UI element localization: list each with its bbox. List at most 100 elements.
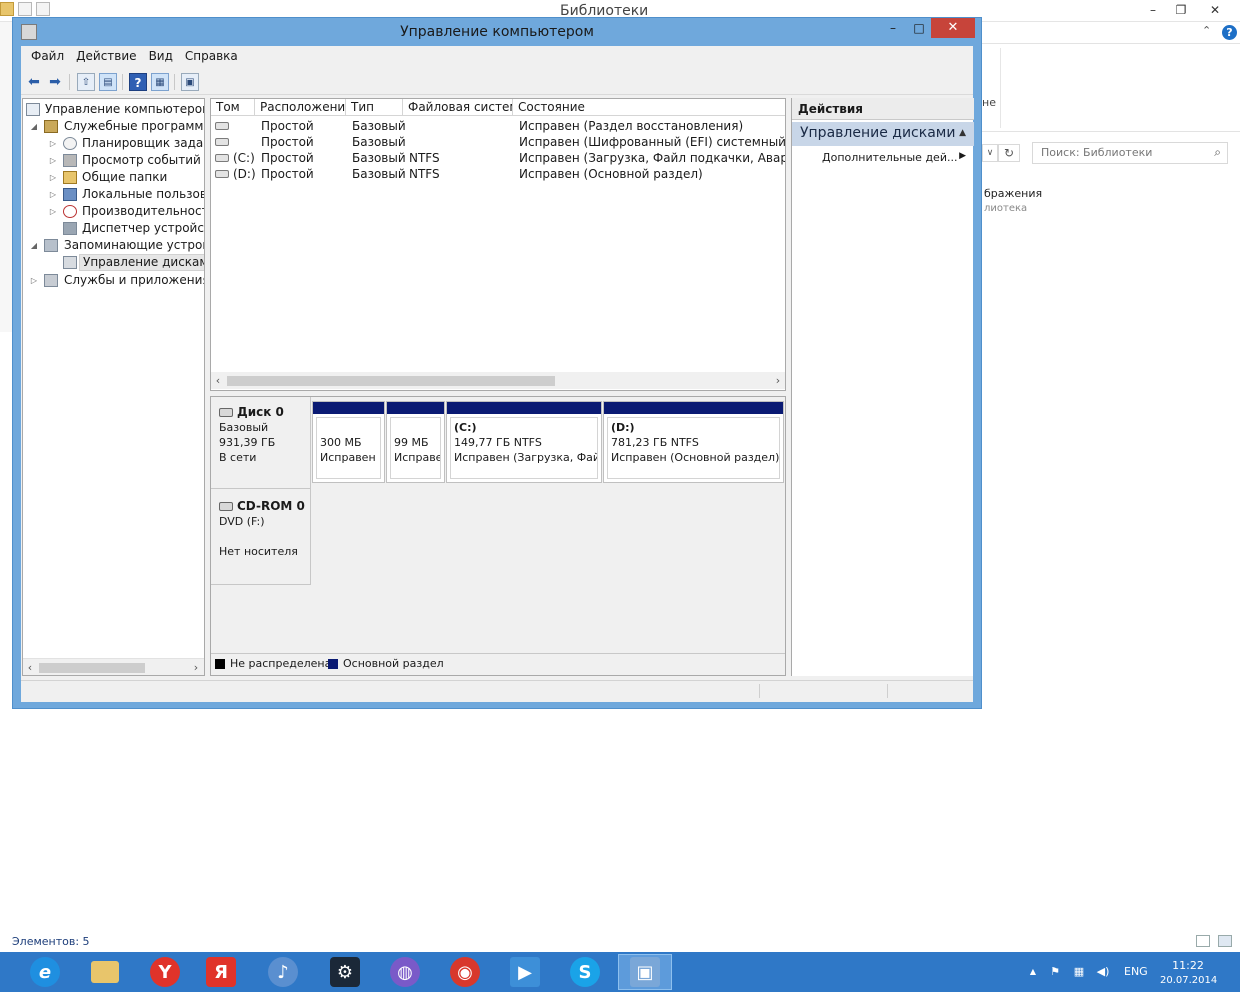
menu-view[interactable]: Вид xyxy=(143,46,179,68)
taskbar-chrome[interactable]: ◉ xyxy=(438,954,492,990)
partition-block[interactable]: (D:) 781,23 ГБ NTFS Исправен (Основной р… xyxy=(603,401,784,483)
taskbar-yandex[interactable]: Я xyxy=(194,954,248,990)
collapse-up-icon[interactable]: ▲ xyxy=(959,128,966,138)
disk-0-info[interactable]: Диск 0 Базовый 931,39 ГБ В сети xyxy=(211,397,311,489)
partition-block[interactable]: 300 МБ Исправен ( xyxy=(312,401,385,483)
menu-action[interactable]: Действие xyxy=(70,46,142,68)
back-arrow-icon[interactable]: ⬅ xyxy=(25,73,43,91)
more-actions-item[interactable]: Дополнительные дей... ▶ xyxy=(792,149,974,167)
table-row[interactable]: Простой Базовый Исправен (Шифрованный (E… xyxy=(211,134,785,150)
taskbar-picasa[interactable]: ◍ xyxy=(378,954,432,990)
tree-item-shared-folders[interactable]: ▷ Общие папки xyxy=(23,169,204,186)
cell-volume: (D:) xyxy=(233,167,256,181)
up-level-icon[interactable]: ⇧ xyxy=(77,73,95,91)
scroll-left-icon[interactable]: ‹ xyxy=(211,372,225,389)
bg-minimize-button[interactable]: – xyxy=(1138,0,1168,20)
library-item[interactable]: бражения xyxy=(984,187,1042,200)
scroll-left-icon[interactable]: ‹ xyxy=(23,659,37,675)
tray-overflow-icon[interactable]: ▲ xyxy=(1026,966,1040,978)
partition-details: (C:) 149,77 ГБ NTFS Исправен (Загрузка, … xyxy=(450,417,598,479)
window-client-area: Файл Действие Вид Справка ⬅ ➡ ⇧ ▤ ? ▦ ▣ … xyxy=(21,46,974,702)
expand-arrow-icon[interactable]: ▷ xyxy=(48,169,58,186)
tree-item-performance[interactable]: ▷ Производительность xyxy=(23,203,204,220)
column-header-status[interactable]: Состояние xyxy=(513,99,785,116)
taskbar-computer-management[interactable]: ▣ xyxy=(618,954,672,990)
menu-help[interactable]: Справка xyxy=(179,46,244,68)
clock-date[interactable]: 20.07.2014 xyxy=(1160,975,1217,986)
folder-icon[interactable] xyxy=(0,2,14,16)
help-icon[interactable]: ? xyxy=(129,73,147,91)
scrollbar-thumb[interactable] xyxy=(227,376,555,386)
taskbar-media-player[interactable]: ♪ xyxy=(256,954,310,990)
tree-item-local-users[interactable]: ▷ Локальные пользовате xyxy=(23,186,204,203)
minimize-button[interactable]: – xyxy=(879,18,907,38)
collapse-arrow-icon[interactable]: ◢ xyxy=(29,118,39,135)
tree-item-task-scheduler[interactable]: ▷ Планировщик заданий xyxy=(23,135,204,152)
network-icon[interactable]: ▦ xyxy=(1072,966,1086,978)
address-dropdown-button[interactable]: ∨ xyxy=(982,144,998,162)
menu-file[interactable]: Файл xyxy=(25,46,70,68)
volume-icon[interactable]: ◀) xyxy=(1094,966,1112,978)
ribbon-collapse-icon[interactable]: ⌃ xyxy=(1202,24,1211,37)
maximize-button[interactable]: □ xyxy=(905,18,933,38)
properties-icon[interactable] xyxy=(18,2,32,16)
forward-arrow-icon[interactable]: ➡ xyxy=(46,73,64,91)
tree-item-label: Производительность xyxy=(82,204,205,218)
taskbar-yandex-browser[interactable]: Y xyxy=(138,954,192,990)
tree-item-device-manager[interactable]: Диспетчер устройств xyxy=(23,220,204,237)
actions-section-disk-management[interactable]: Управление дисками ▲ xyxy=(792,122,974,146)
bg-close-button[interactable]: ✕ xyxy=(1200,0,1230,20)
disk-graphical-view: Диск 0 Базовый 931,39 ГБ В сети 300 МБ И… xyxy=(210,396,786,676)
show-tree-icon[interactable]: ▤ xyxy=(99,73,117,91)
window-titlebar[interactable]: Управление компьютером – □ ✕ xyxy=(13,18,981,46)
input-language[interactable]: ENG xyxy=(1124,965,1148,978)
properties-icon[interactable]: ▣ xyxy=(181,73,199,91)
tree-item-system-tools[interactable]: ◢ Служебные программы xyxy=(23,118,204,135)
tree-item-services-apps[interactable]: ▷ Службы и приложения xyxy=(23,272,204,289)
column-header-type[interactable]: Тип xyxy=(346,99,403,116)
expand-arrow-icon[interactable]: ▷ xyxy=(48,135,58,152)
table-row[interactable]: (C:) Простой Базовый NTFS Исправен (Загр… xyxy=(211,150,785,166)
scrollbar-thumb[interactable] xyxy=(39,663,145,673)
partition-block[interactable]: 99 МБ Исправе xyxy=(386,401,445,483)
cell-layout: Простой xyxy=(261,151,314,165)
column-header-volume[interactable]: Том xyxy=(211,99,255,116)
skype-icon: S xyxy=(570,957,600,987)
refresh-button[interactable]: ↻ xyxy=(998,144,1020,162)
scroll-right-icon[interactable]: › xyxy=(189,659,203,675)
taskbar-steam[interactable]: ⚙ xyxy=(318,954,372,990)
new-folder-icon[interactable] xyxy=(36,2,50,16)
cdrom-info[interactable]: CD-ROM 0 DVD (F:) Нет носителя xyxy=(211,489,311,585)
tree-item-storage[interactable]: ◢ Запоминающие устройст xyxy=(23,237,204,254)
large-icons-view-icon[interactable] xyxy=(1218,935,1232,947)
tree-item-event-viewer[interactable]: ▷ Просмотр событий xyxy=(23,152,204,169)
column-header-filesystem[interactable]: Файловая система xyxy=(403,99,513,116)
help-icon[interactable]: ? xyxy=(1222,25,1237,40)
expand-arrow-icon[interactable]: ▷ xyxy=(29,272,39,289)
action-center-flag-icon[interactable]: ⚑ xyxy=(1048,966,1062,978)
taskbar-video-player[interactable]: ▶ xyxy=(498,954,552,990)
taskbar-skype[interactable]: S xyxy=(558,954,612,990)
details-view-icon[interactable] xyxy=(1196,935,1210,947)
column-header-layout[interactable]: Расположение xyxy=(255,99,346,116)
taskbar-internet-explorer[interactable]: e xyxy=(18,954,72,990)
expand-arrow-icon[interactable]: ▷ xyxy=(48,152,58,169)
tree-item-computer-management[interactable]: Управление компьютером (л xyxy=(23,101,204,118)
search-input[interactable]: Поиск: Библиотеки ⌕ xyxy=(1032,142,1228,164)
bg-restore-button[interactable]: ❐ xyxy=(1166,0,1196,20)
scroll-right-icon[interactable]: › xyxy=(771,372,785,389)
tree-item-disk-management[interactable]: Управление дисками xyxy=(23,254,204,271)
clock-time[interactable]: 11:22 xyxy=(1160,959,1216,972)
tree-horizontal-scrollbar[interactable]: ‹ › xyxy=(23,658,204,675)
volume-horizontal-scrollbar[interactable]: ‹ › xyxy=(211,372,785,389)
toolbar-separator xyxy=(69,74,70,90)
partition-block[interactable]: (C:) 149,77 ГБ NTFS Исправен (Загрузка, … xyxy=(446,401,602,483)
table-row[interactable]: (D:) Простой Базовый NTFS Исправен (Осно… xyxy=(211,166,785,182)
collapse-arrow-icon[interactable]: ◢ xyxy=(29,237,39,254)
close-button[interactable]: ✕ xyxy=(931,18,975,38)
expand-arrow-icon[interactable]: ▷ xyxy=(48,186,58,203)
table-row[interactable]: Простой Базовый Исправен (Раздел восстан… xyxy=(211,118,785,134)
taskbar-file-explorer[interactable] xyxy=(78,954,132,990)
expand-arrow-icon[interactable]: ▷ xyxy=(48,203,58,220)
view-icon[interactable]: ▦ xyxy=(151,73,169,91)
